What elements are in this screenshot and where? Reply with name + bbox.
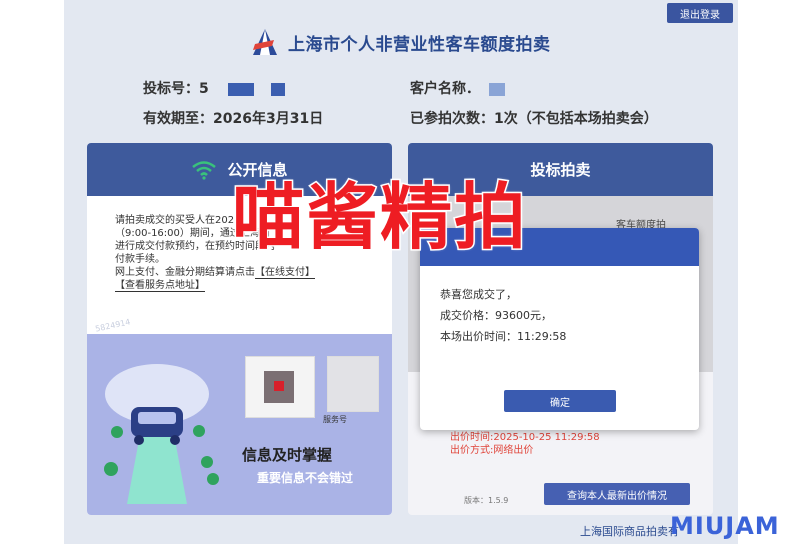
- customer-name: 客户名称．: [410, 78, 505, 98]
- confirm-button[interactable]: 确定: [504, 390, 616, 412]
- wifi-icon: [192, 160, 217, 180]
- expiry-date: 有效期至：2026年3月31日: [143, 111, 324, 127]
- qr-code-wechat: [245, 356, 315, 418]
- bid-record: 出价时间:2025-10-25 11:29:58 出价方式:网络出价: [450, 431, 600, 457]
- dialog-line-time: 本场出价时间：11:29:58: [440, 330, 567, 343]
- logout-button[interactable]: 退出登录: [667, 3, 733, 23]
- bid-number: 投标号：5: [143, 78, 285, 98]
- qr-code-service: [327, 356, 379, 412]
- auction-logo-icon: [253, 29, 277, 55]
- promo-illustration: 服务号 信息及时掌握 重要信息不会错过: [87, 334, 392, 515]
- page-title: 上海市个人非营业性客车额度拍卖: [288, 34, 551, 55]
- page-header: 上海市个人非营业性客车额度拍卖: [250, 27, 551, 57]
- slogan-main: 信息及时掌握: [242, 446, 333, 464]
- dialog-line-congrats: 恭喜您成交了，: [440, 288, 517, 301]
- version-label: 版本：1.5.9: [464, 496, 509, 505]
- dialog-body: 恭喜您成交了， 成交价格：93600元， 本场出价时间：11:29:58: [420, 266, 699, 347]
- faint-code: 5824914: [94, 317, 132, 334]
- watermark-text: 喵酱精拍: [230, 174, 529, 261]
- bid-method: 出价方式:网络出价: [450, 445, 534, 456]
- brand-watermark: MIUJAM: [670, 512, 780, 540]
- participation-count: 已参拍次数：1次（不包括本场拍卖会）: [410, 111, 658, 127]
- organization-name: 上海国际商品拍卖有: [580, 525, 679, 538]
- bid-time: 出价时间:2025-10-25 11:29:58: [450, 432, 600, 443]
- qr-caption: 服务号: [323, 415, 347, 424]
- redaction-mask: [270, 82, 285, 96]
- redaction-mask: [227, 82, 254, 96]
- service-address-link[interactable]: 【查看服务点地址】: [115, 280, 205, 292]
- redaction-mask: [488, 82, 505, 96]
- query-latest-bid-button[interactable]: 查询本人最新出价情况: [544, 483, 690, 505]
- dialog-line-price: 成交价格：93600元，: [440, 309, 552, 322]
- online-pay-link[interactable]: 【在线支付】: [255, 267, 315, 279]
- slogan-sub: 重要信息不会错过: [257, 471, 354, 485]
